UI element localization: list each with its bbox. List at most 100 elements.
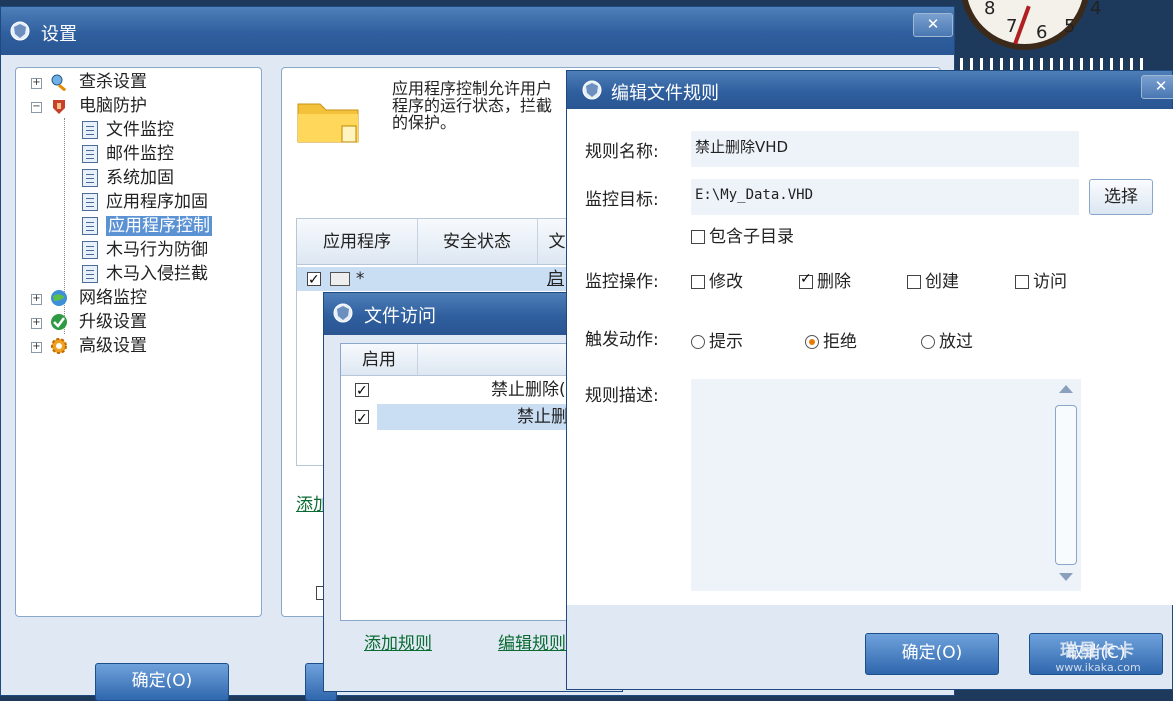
expand-toggle[interactable]: + (31, 342, 42, 353)
app-icon (330, 272, 351, 286)
expand-toggle[interactable]: + (31, 78, 42, 89)
rule-name: 禁止删 (517, 407, 568, 427)
op-checkbox[interactable] (799, 271, 813, 289)
description-textarea[interactable] (691, 379, 1081, 591)
watermark-brand: 瑞星卡卡 (1060, 641, 1136, 661)
trigger-label: 触发动作: (585, 330, 659, 350)
desc-label: 规则描述: (585, 386, 659, 406)
target-label: 监控目标: (585, 190, 659, 210)
trigger-option-label: 提示 (709, 332, 743, 352)
clock-numeral: 5 (1064, 16, 1076, 37)
collapse-toggle[interactable]: − (31, 102, 42, 113)
action-label: 启 (547, 269, 564, 289)
tree-item-label: 升级设置 (79, 312, 147, 332)
tree-item-pc-protection[interactable]: 电脑防护 (49, 94, 147, 118)
textarea-scrollbar[interactable] (1053, 383, 1079, 587)
include-subdir-label: 包含子目录 (709, 227, 794, 247)
tree-item-label: 文件监控 (106, 120, 174, 140)
table-header: 应用程序 安全状态 文 (297, 219, 575, 265)
description-text: 应用程序控制允许用户 程序的运行状态，拦截 的保护。 (392, 80, 592, 131)
tree-item-label: 邮件监控 (106, 144, 174, 164)
scroll-thumb[interactable] (1055, 405, 1077, 565)
shield-icon (332, 302, 354, 324)
tree-item-trojan-intrusion[interactable]: 木马入侵拦截 (82, 262, 208, 286)
op-checkbox[interactable] (691, 275, 705, 289)
table-row[interactable]: * 启 (297, 267, 575, 292)
tree-item-update-settings[interactable]: 升级设置 (49, 310, 147, 334)
op-access[interactable]: 访问 (1015, 267, 1067, 292)
watermark: 瑞星卡卡 www.ikaka.com (1036, 636, 1160, 676)
target-value: E:\My_Data.VHD (695, 187, 814, 203)
document-icon (82, 193, 98, 211)
settings-titlebar: 设置 ✕ (1, 7, 954, 55)
ok-button[interactable]: 确定(O) (95, 663, 229, 701)
document-icon (82, 121, 98, 139)
rule-name: 禁止删除( (491, 380, 566, 400)
trigger-radio[interactable] (805, 335, 819, 349)
column-header[interactable]: 应用程序 (297, 219, 418, 264)
rule-enabled-checkbox[interactable] (355, 379, 369, 403)
rule-name-field[interactable]: 禁止删除VHD (691, 131, 1079, 167)
window-title: 设置 (41, 24, 77, 45)
expand-toggle[interactable]: + (31, 294, 42, 305)
op-checkbox[interactable] (907, 275, 921, 289)
trigger-allow[interactable]: 放过 (921, 327, 973, 352)
trigger-deny[interactable]: 拒绝 (805, 327, 857, 352)
tree-item-label: 应用程序控制 (106, 216, 212, 236)
edit-rule-titlebar: 编辑文件规则 ✕ (567, 71, 1173, 109)
trigger-radio[interactable] (691, 335, 705, 349)
document-icon (82, 169, 98, 187)
include-subdir-option[interactable]: 包含子目录 (691, 225, 794, 249)
checkmark-icon (49, 313, 69, 331)
tree-item-file-monitor[interactable]: 文件监控 (82, 118, 174, 142)
rule-name-label: 规则名称: (585, 142, 659, 162)
clock-numeral: 4 (1090, 0, 1102, 19)
trigger-prompt[interactable]: 提示 (691, 327, 743, 352)
close-button[interactable]: ✕ (913, 13, 953, 37)
ok-button[interactable]: 确定(O) (865, 633, 999, 675)
globe-icon (49, 289, 69, 307)
tree-item-system-hardening[interactable]: 系统加固 (82, 166, 174, 190)
tree-item-advanced-settings[interactable]: 高级设置 (49, 334, 147, 358)
trigger-radio[interactable] (921, 335, 935, 349)
op-create[interactable]: 创建 (907, 267, 959, 292)
tree-item-app-control[interactable]: 应用程序控制 (82, 214, 212, 238)
tree-item-network-monitor[interactable]: 网络监控 (49, 286, 147, 310)
shield-icon (581, 79, 603, 101)
column-header[interactable]: 启用 (341, 344, 418, 375)
edit-rule-link[interactable]: 编辑规则 (498, 629, 566, 654)
app-name: * (355, 269, 365, 289)
op-checkbox[interactable] (1015, 275, 1029, 289)
expand-toggle[interactable]: + (31, 318, 42, 329)
edit-rule-body: 规则名称: 禁止删除VHD 监控目标: E:\My_Data.VHD 选择 包含… (567, 109, 1173, 605)
magnifier-icon (49, 73, 69, 92)
scroll-up-arrow[interactable] (1059, 385, 1073, 393)
trigger-option-label: 拒绝 (823, 332, 857, 352)
column-header[interactable]: 安全状态 (417, 219, 538, 264)
document-icon (82, 217, 98, 235)
tree-item-label: 查杀设置 (79, 72, 147, 92)
add-rule-link[interactable]: 添加规则 (364, 629, 432, 654)
window-title: 文件访问 (364, 306, 436, 327)
include-subdir-checkbox[interactable] (691, 230, 705, 244)
op-label: 访问 (1033, 272, 1067, 292)
op-modify[interactable]: 修改 (691, 267, 743, 292)
op-label: 删除 (817, 272, 851, 292)
tree-item-mail-monitor[interactable]: 邮件监控 (82, 142, 174, 166)
op-label: 修改 (709, 272, 743, 292)
row-checkbox[interactable] (307, 268, 321, 292)
document-icon (82, 265, 98, 283)
close-button[interactable]: ✕ (1141, 75, 1173, 99)
tree-item-app-hardening[interactable]: 应用程序加固 (82, 190, 208, 214)
description-line: 的保护。 (392, 113, 457, 132)
tree-item-trojan-defense[interactable]: 木马行为防御 (82, 238, 208, 262)
rule-enabled-checkbox[interactable] (355, 406, 369, 432)
ops-label: 监控操作: (585, 272, 659, 292)
scroll-down-arrow[interactable] (1059, 573, 1073, 581)
select-button[interactable]: 选择 (1089, 179, 1153, 215)
watermark-url: www.ikaka.com (1055, 661, 1141, 674)
hand-shield-icon (49, 96, 69, 116)
op-delete[interactable]: 删除 (799, 267, 851, 292)
target-field[interactable]: E:\My_Data.VHD (691, 179, 1079, 215)
tree-item-scan-settings[interactable]: 查杀设置 (49, 70, 147, 94)
